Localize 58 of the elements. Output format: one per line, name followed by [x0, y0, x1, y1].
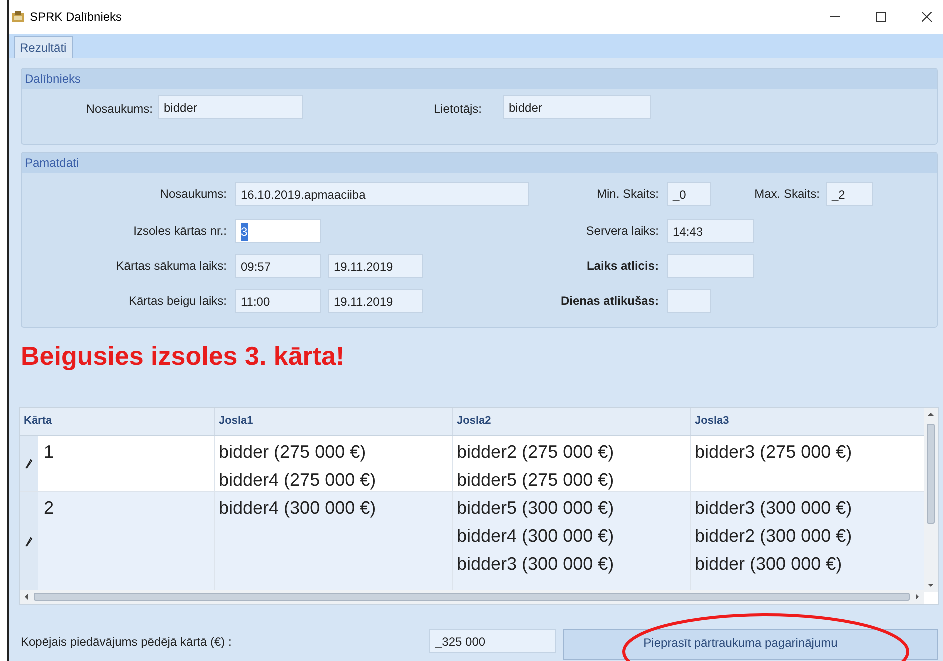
text-field[interactable]: _0 [667, 182, 711, 206]
table-cell-text: bidder3 (300 000 €) [695, 497, 852, 520]
text-field[interactable]: bidder [158, 95, 303, 119]
close-icon[interactable] [922, 12, 932, 22]
text-field[interactable]: 19.11.2019 [328, 254, 423, 278]
table-cell-text: bidder2 (300 000 €) [695, 525, 852, 548]
group-title: Pamatdati [25, 155, 80, 172]
maximize-icon[interactable] [876, 12, 886, 22]
group-title: Dalībnieks [25, 71, 82, 88]
scroll-thumb[interactable] [927, 424, 935, 524]
vertical-scrollbar[interactable] [924, 408, 938, 592]
text-field[interactable]: bidder [503, 95, 651, 119]
table-cell-text: bidder2 (275 000 €) [457, 441, 614, 464]
text-field[interactable]: 16.10.2019.apmaaciiba [235, 182, 529, 206]
scroll-thumb[interactable] [34, 593, 910, 601]
field-label: Nosaukums: [85, 101, 153, 118]
text-field[interactable]: 11:00 [235, 289, 321, 313]
window-title: SPRK Dalībnieks [30, 9, 122, 26]
table-cell: 1 [44, 442, 54, 462]
text-field[interactable]: 09:57 [235, 254, 321, 278]
table-cell-text: bidder5 (275 000 €) [457, 469, 614, 491]
pencil-icon [25, 458, 33, 468]
column-header[interactable]: Josla1 [215, 408, 453, 435]
column-header[interactable]: Josla2 [453, 408, 691, 435]
field-label: Nosaukums: [159, 186, 227, 203]
text-field[interactable]: _2 [826, 182, 873, 206]
text-field[interactable]: 19.11.2019 [328, 289, 423, 313]
tab[interactable]: Rezultāti [14, 36, 73, 58]
field-label: Izsoles kārtas nr.: [132, 223, 227, 240]
table-cell-text: bidder3 (300 000 €) [457, 553, 614, 576]
text-field[interactable] [667, 289, 711, 313]
pencil-icon [25, 536, 33, 546]
table-cell-text: bidder (275 000 €) [219, 441, 366, 464]
field-label: Dienas atlikušas: [560, 293, 659, 310]
table-cell-text: bidder5 (300 000 €) [457, 497, 614, 520]
field-label: Servera laiks: [585, 223, 659, 240]
table-cell-text: bidder3 (275 000 €) [695, 441, 852, 464]
field-label: Max. Skaits: [754, 186, 820, 203]
request-extension-button[interactable]: Pieprasīt pārtraukuma pagarinājumu [562, 629, 938, 660]
table-cell-text: bidder (300 000 €) [695, 553, 842, 576]
total-label: Kopējais piedāvājums pēdējā kārtā (€) : [21, 634, 233, 651]
field-label: Kārtas beigu laiks: [128, 293, 227, 310]
column-header[interactable]: Kārta [20, 408, 215, 435]
table-cell-text: bidder4 (275 000 €) [219, 469, 376, 491]
table-cell-text: bidder4 (300 000 €) [219, 497, 376, 520]
text-field[interactable] [667, 254, 754, 278]
text-field[interactable]: 3 [235, 219, 321, 243]
text-field[interactable]: _325 000 [429, 629, 556, 653]
table-cell-text: bidder4 (300 000 €) [457, 525, 614, 548]
status-message: Beigusies izsoles 3. kārta! [21, 340, 345, 369]
field-label: Laiks atlicis: [586, 258, 659, 275]
field-label: Lietotājs: [432, 101, 482, 118]
field-label: Min. Skaits: [596, 186, 659, 203]
field-label: Kārtas sākuma laiks: [115, 258, 227, 275]
text-field[interactable]: 14:43 [667, 219, 754, 243]
horizontal-scrollbar[interactable] [20, 590, 924, 604]
table-cell: 2 [44, 498, 54, 518]
crest-icon [11, 11, 25, 23]
